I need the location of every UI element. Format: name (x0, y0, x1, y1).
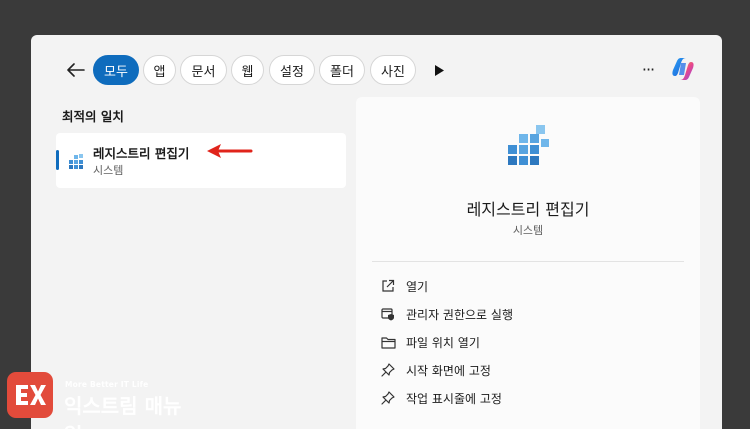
folder-icon (380, 334, 396, 350)
tab-settings[interactable]: 설정 (269, 55, 315, 85)
registry-editor-icon (69, 154, 83, 169)
action-pin-to-start[interactable]: 시작 화면에 고정 (372, 357, 632, 383)
action-label: 열기 (406, 279, 429, 294)
action-pin-to-taskbar[interactable]: 작업 표시줄에 고정 (372, 385, 632, 411)
tab-documents[interactable]: 문서 (180, 55, 227, 85)
action-label: 시작 화면에 고정 (406, 363, 491, 378)
result-subtitle: 시스템 (93, 164, 124, 177)
copilot-button[interactable] (669, 55, 697, 83)
filter-bar: 모두 앱 문서 웹 설정 폴더 사진 ··· (31, 35, 722, 105)
detail-subtitle: 시스템 (512, 224, 544, 237)
more-options-button[interactable]: ··· (637, 57, 659, 81)
tab-all[interactable]: 모두 (93, 55, 139, 85)
action-label: 관리자 권한으로 실행 (406, 307, 513, 322)
detail-pane: 레지스트리 편집기 시스템 열기 관리자 권한으로 실행 파일 위치 열기 시작… (356, 97, 700, 429)
action-label: 작업 표시줄에 고정 (406, 391, 502, 406)
ellipsis-icon: ··· (641, 59, 655, 79)
detail-divider (372, 261, 684, 262)
detail-title: 레지스트리 편집기 (466, 200, 590, 219)
open-external-icon (380, 278, 396, 294)
tab-web[interactable]: 웹 (231, 55, 264, 85)
action-open-file-location[interactable]: 파일 위치 열기 (372, 329, 632, 355)
back-button[interactable] (65, 59, 87, 81)
logo-name: 익스트림 매뉴얼 (64, 394, 182, 429)
action-label: 파일 위치 열기 (406, 335, 480, 350)
search-panel: 모두 앱 문서 웹 설정 폴더 사진 ··· 최적의 일치 레지스트리 편집기 … (31, 35, 722, 429)
action-open[interactable]: 열기 (372, 273, 632, 299)
tab-folders[interactable]: 폴더 (319, 55, 365, 85)
result-title: 레지스트리 편집기 (93, 146, 190, 161)
watermark-logo: More Better IT Life 익스트림 매뉴얼 (7, 372, 197, 429)
logo-ex-icon (16, 385, 46, 405)
more-filters-button[interactable] (430, 60, 448, 80)
best-match-heading: 최적의 일치 (62, 109, 124, 124)
best-match-result[interactable]: 레지스트리 편집기 시스템 (56, 133, 346, 188)
arrow-left-icon (67, 63, 85, 77)
annotation-arrow-icon (207, 144, 253, 158)
registry-editor-large-icon (508, 125, 549, 165)
pin-icon (380, 390, 396, 406)
tab-apps[interactable]: 앱 (143, 55, 176, 85)
admin-shield-icon (380, 306, 396, 322)
selection-indicator (56, 150, 59, 170)
pin-icon (380, 362, 396, 378)
action-run-as-admin[interactable]: 관리자 권한으로 실행 (372, 301, 632, 327)
copilot-icon (672, 58, 694, 80)
logo-badge (7, 372, 53, 418)
play-icon (434, 64, 444, 76)
logo-tagline: More Better IT Life (65, 380, 149, 389)
tab-photos[interactable]: 사진 (370, 55, 416, 85)
